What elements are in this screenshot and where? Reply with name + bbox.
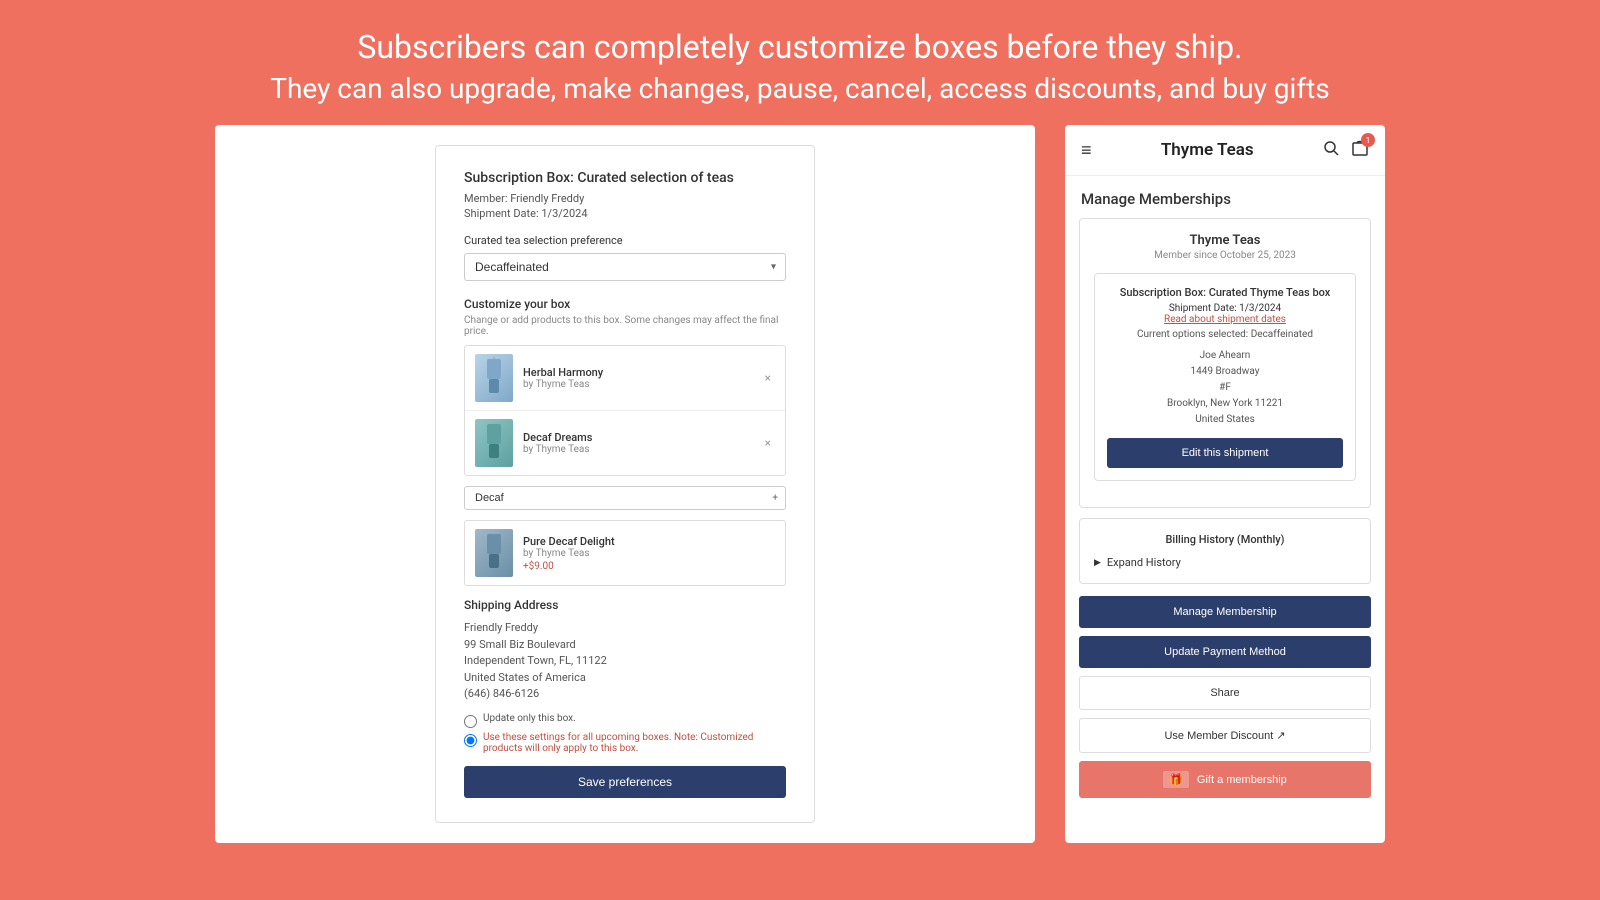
gift-icon: 🎁 [1163, 771, 1189, 788]
address-name: Joe Ahearn [1200, 350, 1251, 361]
subscription-card: Thyme Teas Member since October 25, 2023… [1079, 218, 1371, 508]
radio-all-boxes[interactable] [464, 734, 477, 747]
cart-icon[interactable]: 1 [1351, 139, 1369, 161]
expand-history-label: Expand History [1107, 556, 1181, 569]
read-about-link[interactable]: Read about shipment dates [1107, 314, 1343, 325]
billing-title: Billing History (Monthly) [1094, 533, 1356, 546]
address-line3: Brooklyn, New York 11221 [1167, 398, 1283, 409]
product-image-1 [475, 354, 513, 402]
right-panel: ≡ Thyme Teas 1 Manage M [1065, 125, 1385, 843]
subscription-form: Subscription Box: Curated selection of t… [435, 145, 815, 823]
gift-label: Gift a membership [1197, 774, 1287, 786]
member-discount-button[interactable]: Use Member Discount ↗ [1079, 718, 1371, 753]
products-box: Herbal Harmony by Thyme Teas × [464, 345, 786, 476]
current-options: Current options selected: Decaffeinated [1107, 329, 1343, 340]
product-brand-2: by Thyme Teas [523, 444, 761, 455]
cart-badge: 1 [1361, 133, 1375, 147]
product-item: Herbal Harmony by Thyme Teas × [465, 346, 785, 411]
address-block: Joe Ahearn 1449 Broadway #F Brooklyn, Ne… [1107, 348, 1343, 428]
product-name-3: Pure Decaf Delight [523, 535, 775, 548]
manage-memberships-title: Manage Memberships [1065, 176, 1385, 218]
address-line2: #F [1219, 382, 1231, 393]
member-label: Member: Friendly Freddy [464, 192, 786, 205]
shipping-section: Shipping Address Friendly Freddy 99 Smal… [464, 598, 786, 798]
product-brand-3: by Thyme Teas [523, 548, 775, 559]
header-line2: They can also upgrade, make changes, pau… [80, 72, 1520, 105]
radio-group: Update only this box. Use these settings… [464, 713, 786, 754]
member-since: Member since October 25, 2023 [1094, 250, 1356, 261]
shipment-detail-box: Subscription Box: Curated Thyme Teas box… [1094, 273, 1356, 481]
product-image-3 [475, 529, 513, 577]
store-name: Thyme Teas [1094, 233, 1356, 248]
header-icons: 1 [1323, 139, 1369, 161]
header-text-block: Subscribers can completely customize box… [0, 0, 1600, 125]
customize-section: Customize your box Change or add product… [464, 297, 786, 586]
expand-chevron-icon: ▶ [1094, 558, 1101, 568]
additional-products-box: Pure Decaf Delight by Thyme Teas +$9.00 [464, 520, 786, 586]
radio-this-box[interactable] [464, 715, 477, 728]
panels-container: Subscription Box: Curated selection of t… [0, 125, 1600, 843]
address-line1: 1449 Broadway [1191, 366, 1260, 377]
product-remove-1[interactable]: × [761, 369, 775, 387]
update-payment-button[interactable]: Update Payment Method [1079, 636, 1371, 668]
preference-select-wrapper: Decaffeinated Caffeinated Mixed ▾ [464, 253, 786, 281]
gift-membership-button[interactable]: 🎁 Gift a membership [1079, 761, 1371, 798]
radio-item-2: Use these settings for all upcoming boxe… [464, 732, 786, 754]
product-details-2: Decaf Dreams by Thyme Teas [523, 431, 761, 455]
shipment-date: Shipment Date: 1/3/2024 [464, 207, 786, 220]
radio-label-1: Update only this box. [483, 713, 576, 724]
product-item: Decaf Dreams by Thyme Teas × [465, 411, 785, 475]
preference-select[interactable]: Decaffeinated Caffeinated Mixed [464, 253, 786, 281]
manage-membership-button[interactable]: Manage Membership [1079, 596, 1371, 628]
radio-item-1: Update only this box. [464, 713, 786, 728]
mobile-header: ≡ Thyme Teas 1 [1065, 125, 1385, 176]
shipping-address: Friendly Freddy 99 Small Biz Boulevard I… [464, 620, 786, 703]
preference-label: Curated tea selection preference [464, 234, 786, 247]
hamburger-icon[interactable]: ≡ [1081, 140, 1092, 161]
decaf-select[interactable]: Decaf Regular [464, 486, 786, 510]
product-details-1: Herbal Harmony by Thyme Teas [523, 366, 761, 390]
header-line1: Subscribers can completely customize box… [80, 28, 1520, 66]
decaf-select-wrapper: Decaf Regular + [464, 486, 786, 510]
edit-shipment-button[interactable]: Edit this shipment [1107, 438, 1343, 468]
shipment-box-title: Subscription Box: Curated Thyme Teas box [1107, 286, 1343, 299]
customize-title: Customize your box [464, 297, 786, 311]
product-name-2: Decaf Dreams [523, 431, 761, 444]
action-buttons: Manage Membership Update Payment Method … [1065, 596, 1385, 761]
radio-label-2: Use these settings for all upcoming boxe… [483, 732, 786, 754]
product-price-3: +$9.00 [523, 561, 775, 572]
form-title: Subscription Box: Curated selection of t… [464, 170, 786, 186]
product-remove-2[interactable]: × [761, 434, 775, 452]
billing-card: Billing History (Monthly) ▶ Expand Histo… [1079, 518, 1371, 584]
customize-note: Change or add products to this box. Some… [464, 315, 786, 337]
expand-history-button[interactable]: ▶ Expand History [1094, 556, 1356, 569]
product-details-3: Pure Decaf Delight by Thyme Teas +$9.00 [523, 535, 775, 572]
address-line4: United States [1195, 414, 1255, 425]
product-item: Pure Decaf Delight by Thyme Teas +$9.00 [465, 521, 785, 585]
search-icon[interactable] [1323, 140, 1339, 160]
product-image-2 [475, 419, 513, 467]
shipping-title: Shipping Address [464, 598, 786, 612]
product-name-1: Herbal Harmony [523, 366, 761, 379]
left-panel: Subscription Box: Curated selection of t… [215, 125, 1035, 843]
app-title: Thyme Teas [1161, 140, 1254, 160]
share-button[interactable]: Share [1079, 676, 1371, 710]
product-brand-1: by Thyme Teas [523, 379, 761, 390]
save-preferences-button[interactable]: Save preferences [464, 766, 786, 798]
shipment-box-date: Shipment Date: 1/3/2024 [1107, 303, 1343, 314]
